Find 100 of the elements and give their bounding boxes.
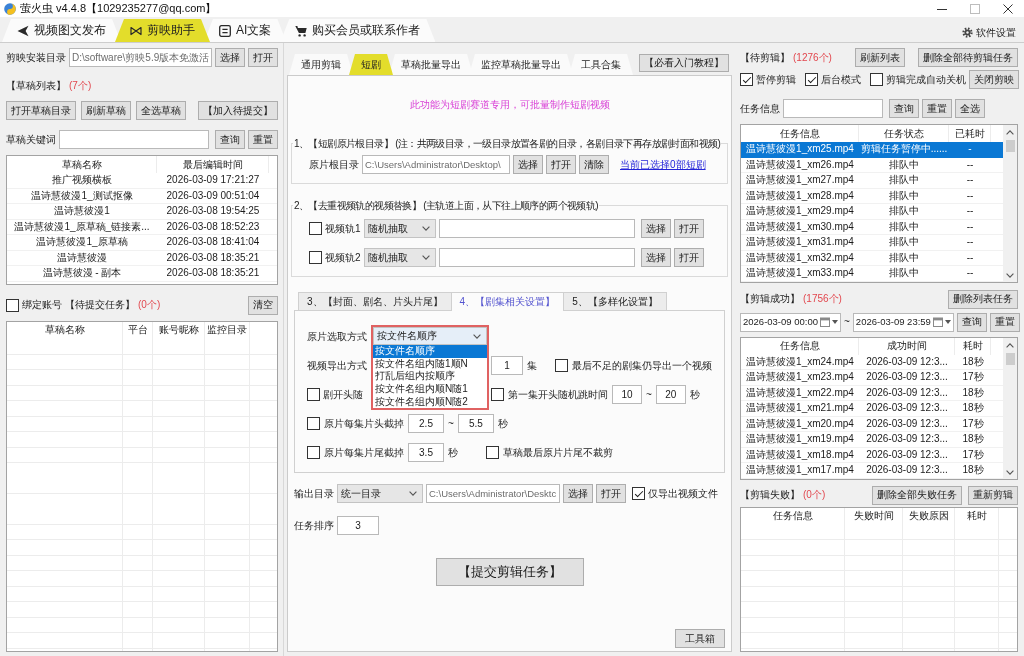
submit-button[interactable]: 【提交剪辑任务】 [435,558,584,586]
search-button[interactable]: 查询 [215,130,245,149]
reset-button[interactable]: 重置 [248,130,278,149]
dropdown-option[interactable]: 按文件名顺序 [373,345,487,358]
table-row[interactable]: 温诗慧彼漫1_xm32.mp4 排队中 -- [741,250,1003,266]
tab[interactable]: 草稿批量导出 [389,54,473,75]
checkbox[interactable] [491,388,504,401]
checkbox[interactable] [307,388,320,401]
scrollbar-thumb[interactable] [1005,352,1015,365]
search-button[interactable]: 查询 [889,99,919,118]
tab[interactable]: 购买会员或联系作者 [280,19,436,42]
mode-select[interactable]: 随机抽取 [363,219,436,238]
open-button[interactable]: 打开 [546,155,576,174]
clear-button[interactable]: 清空 [248,295,278,315]
delete-all-button[interactable]: 删除全部待剪辑任务 [918,48,1018,67]
checkbox[interactable] [309,222,322,235]
column-header[interactable]: 草稿名称 [7,156,157,173]
checkbox[interactable] [632,487,645,500]
table-row[interactable]: 温诗慧彼漫1_xm30.mp4 排队中 -- [741,219,1003,235]
search-field[interactable] [783,99,883,118]
date-field[interactable]: 2026-03-09 23:59 [852,312,954,332]
mode-select[interactable]: 随机抽取 [363,248,436,267]
select-all-button[interactable]: 全选 [955,99,985,118]
tutorial-button[interactable]: 【必看入门教程】 [639,54,729,72]
refresh-button[interactable]: 刷新列表 [855,48,905,67]
column-header[interactable]: 任务信息 [741,337,859,355]
checkbox[interactable] [6,298,19,312]
tab[interactable]: 3、【封面、剧名、片头片尾】 [298,292,452,310]
open-button[interactable]: 打开 [674,219,704,238]
source-select[interactable]: 按文件名顺序 [373,327,487,345]
toolbox-button[interactable]: 工具箱 [675,629,725,648]
clear-button[interactable]: 清除 [579,155,609,174]
column-header[interactable]: 耗时 [955,507,999,525]
table-row[interactable]: 温诗慧彼漫1_xm25.mp4 剪辑任务暂停中...... - [741,142,1003,158]
path-field[interactable]: D:\software\剪映5.9版本免激活 [69,48,212,67]
settings-button[interactable]: 软件设置 [962,26,1016,39]
browse-button[interactable]: 选择 [563,484,593,503]
date-field[interactable]: 2026-03-09 00:00 [740,312,841,332]
scrollbar[interactable] [1003,337,1017,479]
column-header[interactable]: 耗时 [955,337,991,355]
open-button[interactable]: 打开 [674,248,704,267]
browse-button[interactable]: 选择 [215,48,245,67]
browse-button[interactable]: 选择 [641,248,671,267]
number-field[interactable]: 1 [491,356,523,375]
checkbox[interactable] [555,359,568,372]
select-all-button[interactable]: 全选草稿 [136,101,186,120]
path-field[interactable] [438,219,635,238]
checkbox[interactable] [870,73,883,86]
tab[interactable]: 监控草稿批量导出 [469,54,573,75]
number-field[interactable]: 5.5 [457,414,494,433]
path-field[interactable] [438,248,635,267]
table-row[interactable]: 温诗慧彼漫1_xm31.mp4 排队中 -- [741,235,1003,251]
tab[interactable]: 短剧 [349,54,393,75]
column-header[interactable]: 任务信息 [741,507,845,525]
number-field[interactable]: 20 [655,385,686,404]
number-field[interactable]: 10 [612,385,642,404]
table-row[interactable]: 温诗慧彼漫1_xm26.mp4 排队中 -- [741,157,1003,173]
table-row[interactable]: 温诗慧彼漫1_xm29.mp4 排队中 -- [741,204,1003,220]
search-button[interactable]: 查询 [956,312,987,332]
reset-button[interactable]: 重置 [922,99,952,118]
column-header[interactable]: 成功时间 [859,337,955,355]
output-select[interactable]: 统一目录 [337,484,423,503]
column-header[interactable]: 账号昵称 [153,321,205,339]
delete-list-button[interactable]: 删除列表任务 [948,289,1018,309]
column-header[interactable]: 草稿名称 [7,321,123,339]
number-field[interactable]: 3.5 [408,443,444,462]
scrollbar-thumb[interactable] [1005,140,1015,152]
path-field[interactable]: C:\Users\Administrator\Desktc [426,484,560,503]
close-app-button[interactable]: 关闭剪映 [969,70,1019,89]
checkbox[interactable] [805,73,818,86]
column-header[interactable]: 监控目录 [205,321,250,339]
column-header[interactable]: 平台 [123,321,153,339]
table-row[interactable]: 温诗慧彼漫1_xm27.mp4 排队中 -- [741,173,1003,189]
delete-failed-button[interactable]: 删除全部失败任务 [872,485,962,505]
checkbox[interactable] [740,73,753,86]
column-header[interactable]: 失败原因 [903,507,955,525]
reset-button[interactable]: 重置 [989,312,1020,332]
tab[interactable]: 4、【剧集相关设置】 [450,292,565,311]
open-button[interactable]: 打开 [596,484,626,503]
number-field[interactable]: 2.5 [408,414,444,433]
browse-button[interactable]: 选择 [513,155,543,174]
add-pending-button[interactable]: 【加入待提交】 [198,101,278,120]
column-header[interactable]: 失败时间 [845,507,903,525]
scrollbar[interactable] [1003,125,1017,282]
keyword-field[interactable] [59,130,209,149]
tab[interactable]: 通用剪辑 [289,54,353,75]
table-row[interactable]: 温诗慧彼漫1_xm33.mp4 排队中 -- [741,266,1003,282]
retry-button[interactable]: 重新剪辑 [968,485,1018,505]
tab[interactable]: 工具合集 [569,54,633,75]
checkbox[interactable] [307,417,320,430]
number-field[interactable]: 3 [337,516,379,535]
tab[interactable]: 剪映助手 [115,19,210,42]
open-button[interactable]: 打开 [248,48,278,67]
tab[interactable]: 5、【多样化设置】 [563,292,667,310]
checkbox[interactable] [307,446,320,459]
path-field[interactable]: C:\Users\Administrator\Desktop\ [362,155,510,174]
checkbox[interactable] [309,251,322,264]
browse-button[interactable]: 选择 [641,219,671,238]
open-folder-button[interactable]: 打开草稿目录 [6,101,76,120]
column-header[interactable]: 最后编辑时间 [157,156,269,173]
